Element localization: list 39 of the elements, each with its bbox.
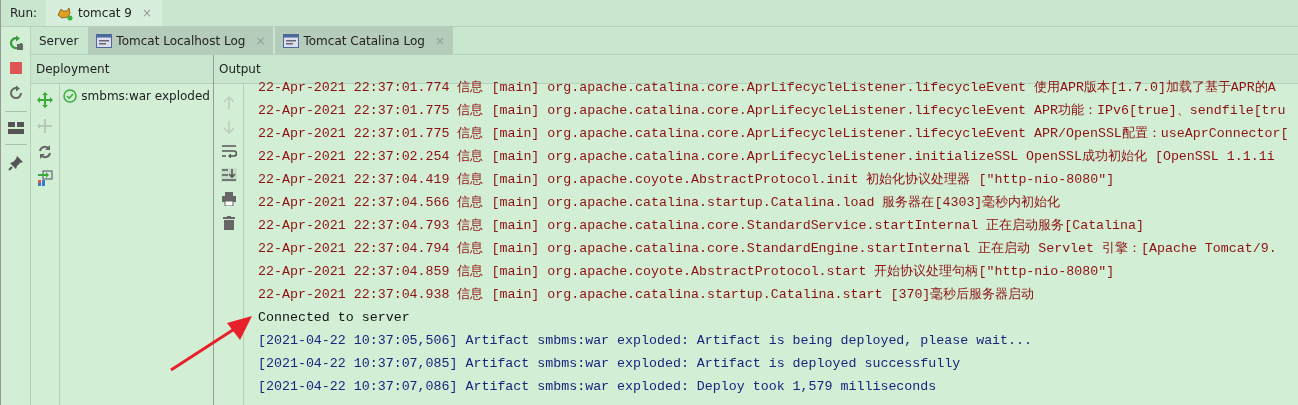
log-line: 22-Apr-2021 22:37:02.254 信息 [main] org.apache.catalina.core.AprLifecycleListener.initializeSSL OpenSSL成功初始化 [OpenSSL 1.1.1i — [258, 148, 1276, 166]
log-line: 22-Apr-2021 22:37:04.859 信息 [main] org.apache.coyote.AbstractProtocol.start 开始协议处理句柄["http-nio-8080"] — [258, 263, 1116, 281]
cat-icon — [56, 5, 75, 21]
pin-icon[interactable] — [7, 155, 24, 171]
log-line: Connected to server — [258, 309, 411, 327]
stop-icon[interactable] — [8, 61, 23, 75]
undeploy-icon — [37, 118, 54, 134]
log-line: 22-Apr-2021 22:37:04.794 信息 [main] org.apache.catalina.core.StandardEngine.startInternal 正在启动 Servlet 引擎：[Apache Tomcat/9. — [258, 240, 1278, 258]
deploy-icon[interactable] — [37, 92, 54, 108]
log-window-icon — [96, 33, 113, 48]
log-line: 22-Apr-2021 22:37:04.566 信息 [main] org.apache.catalina.startup.Catalina.load 服务器在[4303]毫秒内初始化 — [258, 194, 1062, 212]
log-line: 22-Apr-2021 22:37:01.775 信息 [main] org.apache.catalina.core.AprLifecycleListener.lifecycleEvent APR/OpenSSL配置：useAprConnector[ — [258, 125, 1290, 143]
run-tab[interactable]: tomcat 9 × — [46, 0, 162, 26]
rerun-icon[interactable] — [7, 35, 24, 51]
refresh-icon[interactable] — [7, 85, 24, 101]
trash-icon[interactable] — [222, 216, 235, 230]
panel-title: Output — [219, 62, 261, 76]
scroll-to-end-icon[interactable] — [220, 168, 237, 182]
print-icon[interactable] — [221, 192, 236, 206]
deployment-item[interactable]: smbms:war exploded — [60, 84, 213, 108]
up-arrow-icon — [222, 96, 235, 110]
layout-icon[interactable] — [7, 122, 24, 134]
soft-wrap-icon[interactable] — [220, 144, 237, 158]
log-line: 22-Apr-2021 22:37:04.938 信息 [main] org.apache.catalina.startup.Catalina.start [370]毫秒后服务器启动 — [258, 286, 1036, 304]
log-line: 22-Apr-2021 22:37:01.774 信息 [main] org.apache.catalina.core.AprLifecycleListener.lifecycleEvent 使用APR版本[1.7.0]加载了基于APR的A — [258, 79, 1277, 97]
deploy-artifact-icon[interactable] — [37, 170, 54, 186]
run-label: Run: — [9, 6, 39, 20]
log-line: [2021-04-22 10:37:07,085] Artifact smbms:war exploded: Artifact is deployed successfully — [258, 355, 962, 373]
panel-title: Deployment — [36, 62, 110, 76]
tab[interactable]: Tomcat Catalina Log × — [275, 27, 453, 54]
log-line: [2021-04-22 10:37:07,086] Artifact smbms:war exploded: Deploy took 1,579 milliseconds — [258, 378, 938, 396]
log-line: [2021-04-22 10:37:05,506] Artifact smbms:war exploded: Artifact is being deployed, please wait... — [258, 332, 1033, 350]
log-line: 22-Apr-2021 22:37:01.775 信息 [main] org.apache.catalina.core.AprLifecycleListener.lifecycleEvent APR功能：IPv6[true]、sendfile[tru — [258, 102, 1287, 120]
log-window-icon — [283, 33, 300, 48]
tab[interactable]: Tomcat Localhost Log × — [88, 27, 274, 54]
log-line: 22-Apr-2021 22:37:04.793 信息 [main] org.apache.catalina.core.StandardService.startInternal 正在启动服务[Catalina] — [258, 217, 1145, 235]
refresh-icon[interactable] — [37, 144, 54, 160]
log-line: 22-Apr-2021 22:37:04.419 信息 [main] org.apache.coyote.AbstractProtocol.init 初始化协议处理器 ["http-nio-8080"] — [258, 171, 1116, 189]
down-arrow-icon — [222, 120, 235, 134]
